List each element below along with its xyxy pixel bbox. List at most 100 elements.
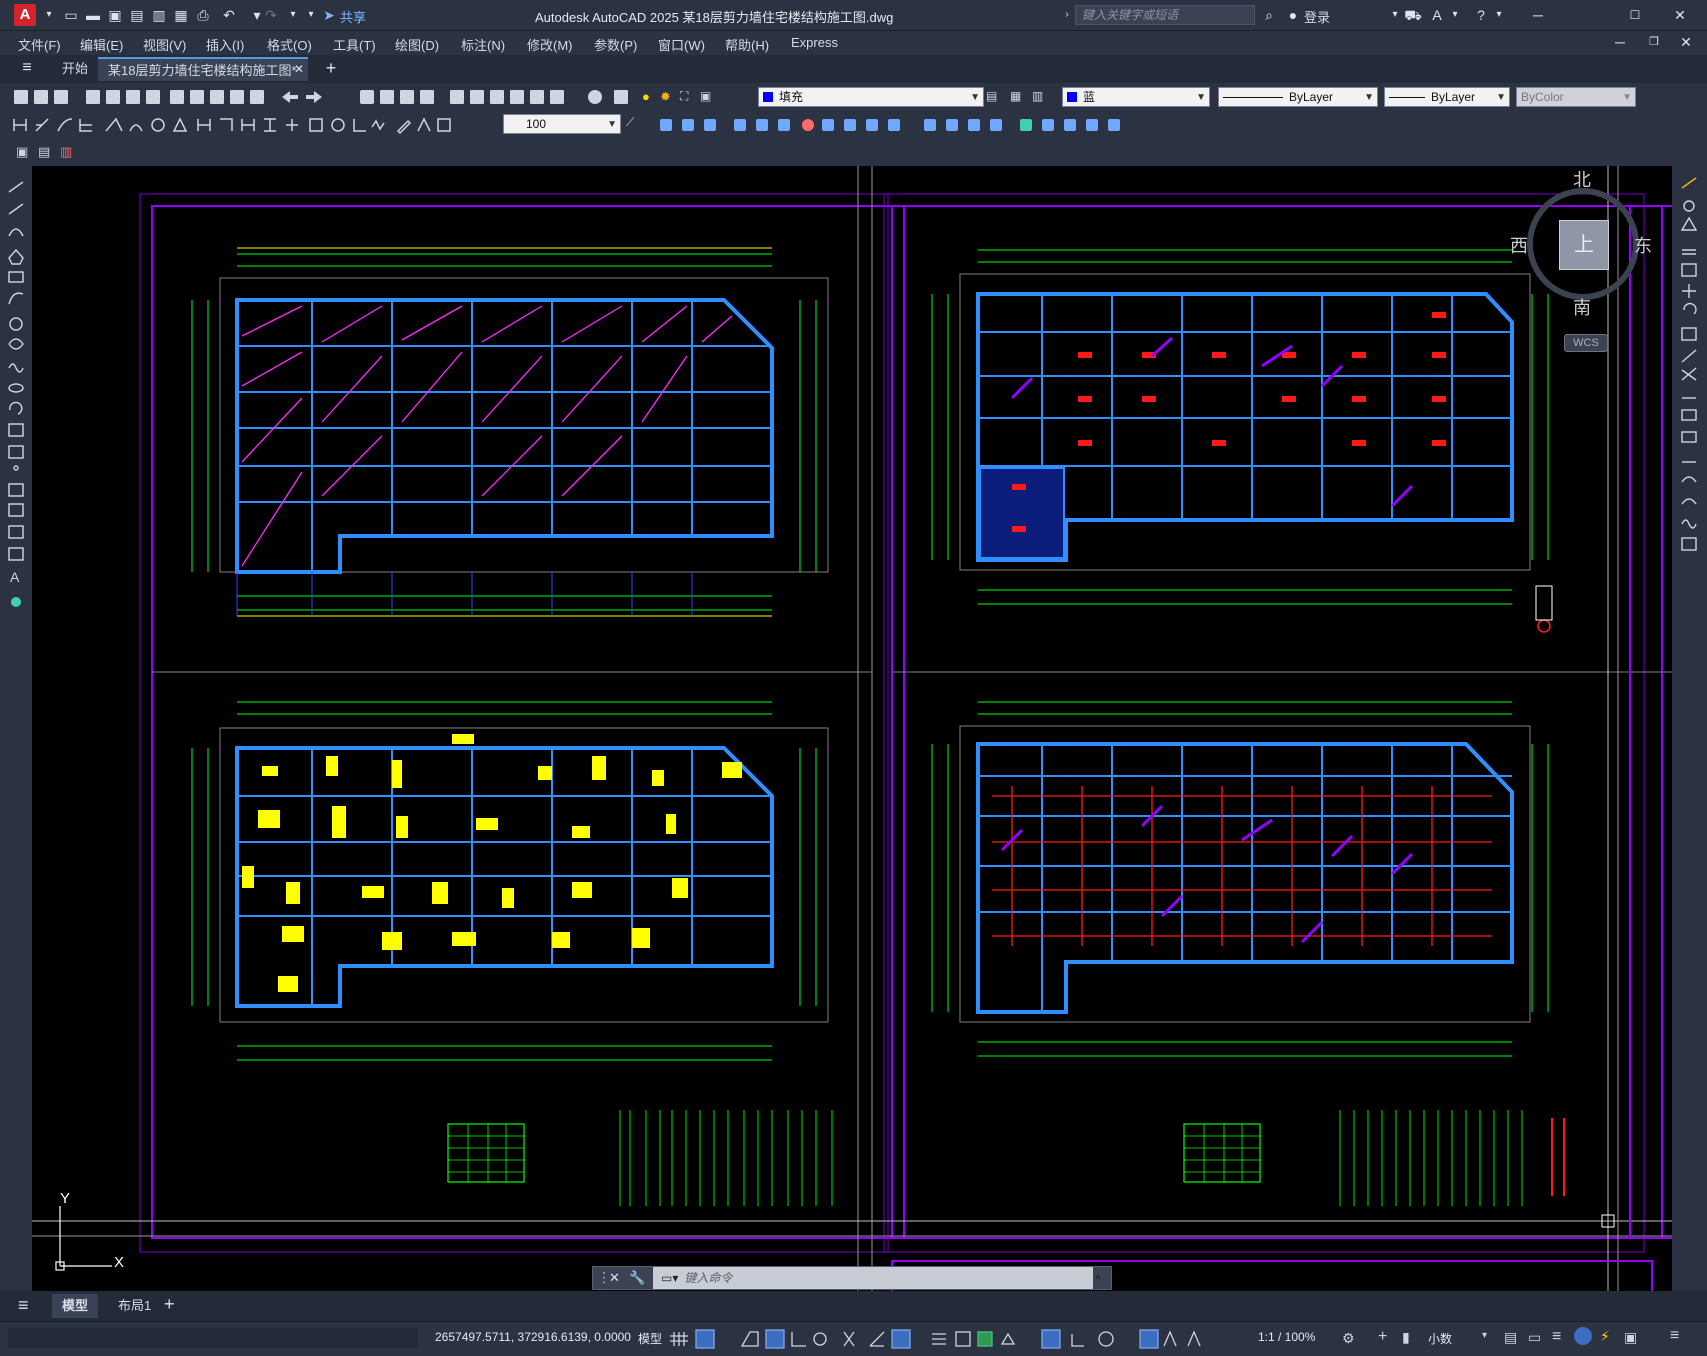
coordinates-readout[interactable]: 2657497.5711, 372916.6139, 0.0000 (435, 1330, 631, 1344)
menu-file[interactable]: 文件(F) (18, 35, 61, 54)
menu-window[interactable]: 窗口(W) (658, 35, 705, 54)
status-toggle-icons[interactable] (670, 1328, 1230, 1350)
units-icon[interactable]: ▮ (1402, 1329, 1410, 1346)
customize-qat-icon[interactable]: ▾ (302, 6, 320, 24)
viewcube-top-face[interactable]: 上 (1559, 220, 1609, 270)
help-search-input[interactable]: 键入关键字或短语 (1075, 5, 1255, 25)
help-dropdown-icon[interactable]: ▾ (1490, 6, 1508, 24)
menu-modify[interactable]: 修改(M) (527, 35, 573, 54)
attribute-edit-icon[interactable]: ▣ (16, 144, 28, 160)
menu-parametric[interactable]: 参数(P) (594, 35, 637, 54)
undo-icon[interactable]: ↶ (220, 6, 238, 24)
quick-properties-icon[interactable]: ▤ (1504, 1329, 1517, 1346)
cmd-customize-icon[interactable]: 🔧 (629, 1270, 645, 1286)
tab-layout1[interactable]: 布局1 (108, 1294, 161, 1318)
hardware-acceleration-icon[interactable]: ⚡ (1600, 1328, 1610, 1345)
settings-gear-icon[interactable]: ⚙ (1342, 1330, 1355, 1347)
help-icon[interactable]: ? (1472, 6, 1490, 24)
login-link[interactable]: 登录 (1304, 7, 1330, 26)
layout-menu-icon[interactable]: ≡ (18, 1295, 29, 1316)
menu-express[interactable]: Express (791, 35, 838, 50)
doc-close-icon[interactable]: ✕ (1666, 31, 1706, 53)
share-label[interactable]: 共享 (340, 7, 366, 26)
color-dropdown[interactable]: 蓝 ▼ (1062, 87, 1210, 107)
menu-draw[interactable]: 绘图(D) (395, 35, 439, 54)
freeze-icon[interactable]: ⛶ (680, 89, 688, 104)
cmd-history-icon[interactable]: ▲ (1093, 1271, 1103, 1282)
menu-dimension[interactable]: 标注(N) (461, 35, 505, 54)
viewcube-east-label[interactable]: 东 (1634, 232, 1652, 258)
viewcube-south-label[interactable]: 南 (1573, 294, 1591, 320)
menu-format[interactable]: 格式(O) (267, 35, 312, 54)
plot-icon[interactable]: ⎙ (194, 6, 212, 24)
save-web-icon[interactable]: ▦ (172, 6, 190, 24)
status-menu-icon[interactable]: ≡ (1670, 1327, 1679, 1345)
save-icon[interactable]: ▣ (106, 6, 124, 24)
cmd-close-icon[interactable]: ✕ (609, 1270, 620, 1286)
tab-model[interactable]: 模型 (52, 1294, 99, 1318)
layer-previous-icon[interactable]: ▦ (1010, 89, 1021, 103)
user-icon[interactable]: ● (1284, 6, 1302, 24)
viewcube-north-label[interactable]: 北 (1573, 166, 1591, 192)
open-folder-icon[interactable]: ▬ (84, 6, 102, 24)
lock-icon[interactable]: ▣ (700, 89, 711, 103)
drawing-canvas[interactable]: Y X 上 北 南 西 东 WCS (32, 166, 1672, 1291)
standard-tool-icons[interactable] (10, 87, 650, 107)
save-as-icon[interactable]: ▤ (128, 6, 146, 24)
new-file-icon[interactable]: ▭ (62, 6, 80, 24)
redo-icon[interactable]: ↷ (262, 6, 280, 24)
sun-icon[interactable]: ✹ (660, 89, 671, 105)
app-menu-arrow-icon[interactable]: ▾ (40, 6, 58, 24)
modify-palette-icons[interactable] (1672, 166, 1707, 566)
app-dropdown-icon[interactable]: ▾ (1446, 6, 1464, 24)
units-dropdown[interactable]: 小数 (1428, 1330, 1484, 1347)
modify-tool-icons[interactable] (656, 115, 1136, 135)
close-window-icon[interactable]: ✕ (1660, 4, 1700, 26)
units-dropdown-arrow-icon[interactable]: ▾ (1482, 1330, 1487, 1341)
light-bulb-icon[interactable]: ● (642, 89, 650, 104)
hamburger-menu-icon[interactable]: ≡ (18, 59, 36, 77)
layer-dropdown[interactable]: 填充 ▼ (758, 87, 984, 107)
share-icon[interactable]: ➤ (320, 6, 338, 24)
add-layout-icon[interactable]: + (164, 1294, 175, 1315)
close-tab-icon[interactable]: ✕ (290, 60, 308, 78)
linetype-dropdown[interactable]: ByLayer ▼ (1218, 87, 1378, 107)
minimize-window-icon[interactable]: ─ (1518, 4, 1558, 26)
tab-start[interactable]: 开始 (52, 57, 98, 81)
refedit-icon[interactable]: ▥ (60, 144, 72, 160)
autodesk-app-icon[interactable]: A (1428, 6, 1446, 24)
viewcube-west-label[interactable]: 西 (1510, 232, 1528, 258)
search-expand-icon[interactable]: › (1058, 6, 1076, 24)
model-space-toggle[interactable]: 模型 (638, 1330, 662, 1347)
autocad-logo-icon[interactable]: A (14, 4, 36, 26)
isolate-objects-icon[interactable] (1574, 1327, 1592, 1345)
cart-icon[interactable]: ⛟ (1404, 6, 1422, 24)
wcs-menu[interactable]: WCS (1564, 334, 1608, 352)
new-tab-icon[interactable]: + (322, 59, 340, 77)
plotstyle-dropdown[interactable]: ByColor ▼ (1516, 87, 1636, 107)
dimstyle-scale-dropdown[interactable]: 100 ▼ (503, 114, 621, 134)
maximize-window-icon[interactable]: ☐ (1615, 4, 1655, 26)
menu-tools[interactable]: 工具(T) (333, 35, 376, 54)
draw-palette-icons[interactable]: A (0, 166, 32, 636)
layer-states-icon[interactable]: ▥ (1032, 89, 1043, 103)
search-icon[interactable]: ⌕ (1260, 6, 1278, 24)
menu-view[interactable]: 视图(V) (143, 35, 186, 54)
dimension-tool-icons[interactable] (10, 115, 500, 135)
graphics-performance-icon[interactable]: ▭ (1528, 1329, 1541, 1346)
add-icon[interactable]: + (1378, 1328, 1387, 1346)
customization-icon[interactable]: ≡ (1552, 1328, 1561, 1346)
open-web-icon[interactable]: ▥ (150, 6, 168, 24)
lineweight-dropdown[interactable]: ByLayer ▼ (1384, 87, 1510, 107)
block-editor-icon[interactable]: ▤ (38, 144, 50, 160)
menu-edit[interactable]: 编辑(E) (80, 35, 123, 54)
command-input[interactable]: ▭▾ 键入命令 (653, 1267, 1093, 1289)
redo-dropdown-icon[interactable]: ▾ (284, 6, 302, 24)
annotation-scale[interactable]: 1:1 / 100% (1258, 1330, 1315, 1344)
login-dropdown-icon[interactable]: ▾ (1386, 6, 1404, 24)
menu-insert[interactable]: 插入(I) (206, 35, 244, 54)
clean-screen-icon[interactable]: ▣ (1624, 1329, 1637, 1346)
tab-active-drawing[interactable]: 某18层剪力墙住宅楼结构施工图* (98, 57, 308, 81)
menu-help[interactable]: 帮助(H) (725, 35, 769, 54)
make-current-layer-icon[interactable]: ▤ (986, 89, 997, 103)
